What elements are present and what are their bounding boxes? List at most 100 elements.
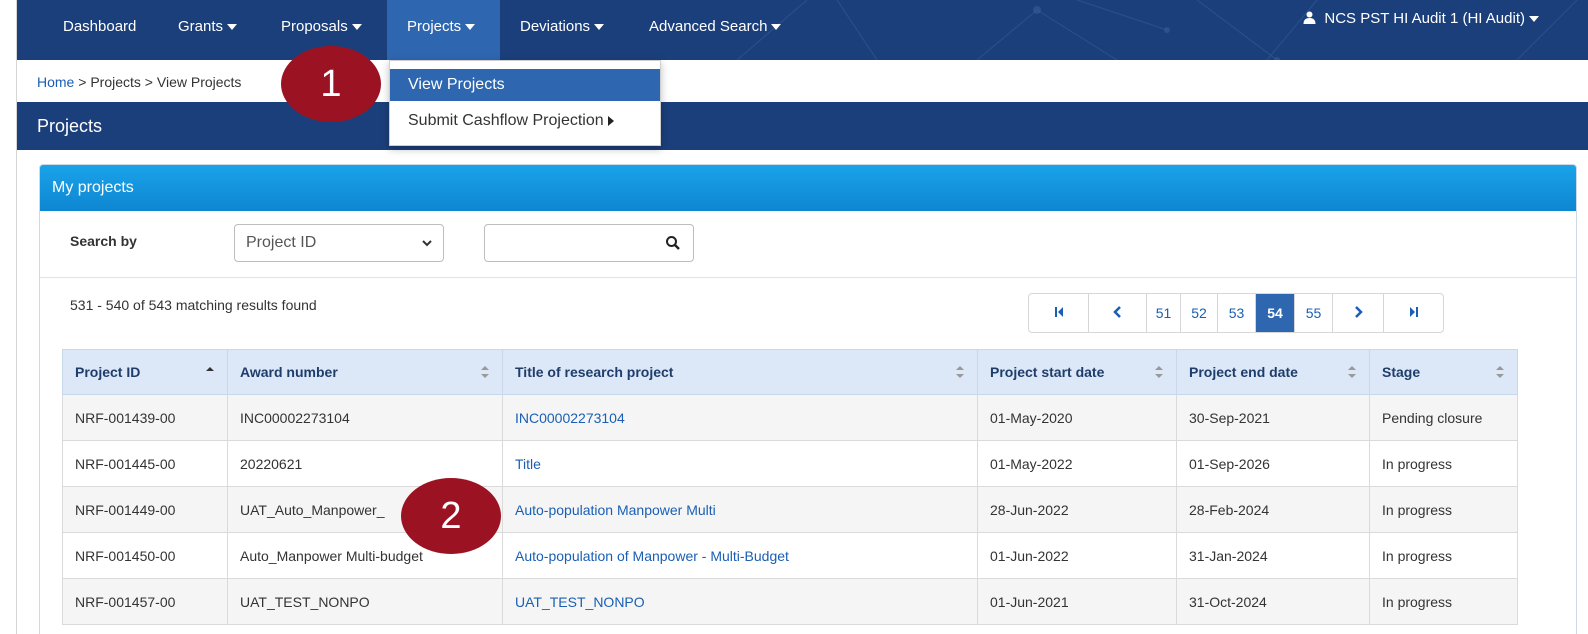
nav-advanced-search[interactable]: Advanced Search [629,0,801,60]
cell-stage: In progress [1369,440,1518,487]
cell-award-number: INC00002273104 [227,394,503,441]
column-header-end-date[interactable]: Project end date [1176,349,1370,395]
cell-start-date: 01-May-2022 [977,440,1177,487]
pagination: 51 52 53 54 55 [1028,293,1444,333]
cell-stage: In progress [1369,578,1518,625]
table-row: NRF-001450-00 Auto_Manpower Multi-budget… [62,532,1518,579]
breadcrumb-separator: > [144,74,153,90]
search-input[interactable] [484,224,694,262]
app-frame: Dashboard Grants Proposals Projects Devi… [16,0,1588,634]
cell-start-date: 01-May-2020 [977,394,1177,441]
column-header-stage[interactable]: Stage [1369,349,1518,395]
step-marker-1: 1 [281,46,381,122]
cell-start-date: 01-Jun-2022 [977,532,1177,579]
step-marker-2: 2 [401,478,501,554]
chevron-down-icon [422,240,432,247]
nav-deviations-label: Deviations [520,18,591,35]
cell-stage: Pending closure [1369,394,1518,441]
cell-start-date: 01-Jun-2021 [977,578,1177,625]
table-row: NRF-001457-00 UAT_TEST_NONPO UAT_TEST_NO… [62,578,1518,625]
nav-proposals-label: Proposals [281,18,348,35]
nav-projects-label: Projects [407,18,462,35]
column-label: Project end date [1189,364,1298,380]
cell-end-date: 31-Jan-2024 [1176,532,1370,579]
column-label: Title of research project [515,364,674,380]
menu-item-submit-cashflow[interactable]: Submit Cashflow Projection [390,105,660,137]
first-page-icon [1054,307,1063,317]
caret-down-icon [227,24,238,31]
user-name: NCS PST HI Audit 1 (HI Audit) [1324,10,1525,27]
panel-title: My projects [40,165,1576,211]
nav-advanced-search-label: Advanced Search [649,18,768,35]
column-label: Award number [240,364,338,380]
breadcrumb: Home > Projects > View Projects [37,74,241,90]
table-row: NRF-001439-00 INC00002273104 INC00002273… [62,394,1518,441]
cell-end-date: 31-Oct-2024 [1176,578,1370,625]
column-header-title[interactable]: Title of research project [502,349,978,395]
next-page-button[interactable] [1333,294,1384,332]
cell-end-date: 30-Sep-2021 [1176,394,1370,441]
last-page-button[interactable] [1384,294,1443,332]
project-title-link[interactable]: UAT_TEST_NONPO [515,594,645,610]
breadcrumb-separator: > [78,74,87,90]
caret-down-icon [1529,16,1539,23]
page-51[interactable]: 51 [1147,294,1181,332]
column-label: Project ID [75,364,141,380]
page-54[interactable]: 54 [1256,294,1295,332]
nav-grants[interactable]: Grants [158,0,257,60]
column-header-start-date[interactable]: Project start date [977,349,1177,395]
first-page-button[interactable] [1029,294,1089,332]
cell-title: UAT_TEST_NONPO [502,578,978,625]
breadcrumb-home[interactable]: Home [37,74,74,90]
cell-end-date: 01-Sep-2026 [1176,440,1370,487]
project-title-link[interactable]: Auto-population Manpower Multi [515,502,716,518]
page-52[interactable]: 52 [1181,294,1218,332]
cell-award-number: UAT_TEST_NONPO [227,578,503,625]
search-by-select[interactable]: Project ID [234,224,444,262]
cell-end-date: 28-Feb-2024 [1176,486,1370,533]
search-icon[interactable] [665,235,681,251]
user-icon [1303,11,1316,24]
cell-project-id: NRF-001457-00 [62,578,228,625]
sort-ascending-icon [206,367,214,371]
page-53[interactable]: 53 [1218,294,1256,332]
cell-title: Auto-population of Manpower - Multi-Budg… [502,532,978,579]
sort-icon [1155,366,1163,378]
cell-title: Title [502,440,978,487]
user-menu[interactable]: NCS PST HI Audit 1 (HI Audit) [1303,10,1539,27]
project-title-link[interactable]: Auto-population of Manpower - Multi-Budg… [515,548,789,564]
chevron-right-icon [1355,306,1363,318]
breadcrumb-current: View Projects [156,74,242,90]
sort-icon [956,366,964,378]
nav-dashboard-label: Dashboard [63,18,137,35]
nav-grants-label: Grants [178,18,224,35]
cell-project-id: NRF-001449-00 [62,486,228,533]
sort-icon [1496,366,1504,378]
column-header-award-number[interactable]: Award number [227,349,503,395]
table-row: NRF-001449-00 UAT_Auto_Manpower_ Auto-po… [62,486,1518,533]
nav-dashboard[interactable]: Dashboard [43,0,156,60]
sort-icon [1348,366,1356,378]
column-header-project-id[interactable]: Project ID [62,349,228,395]
caret-right-icon [607,115,614,126]
projects-dropdown-menu: View Projects Submit Cashflow Projection [389,60,661,146]
project-title-link[interactable]: Title [515,456,541,472]
nav-projects[interactable]: Projects [387,0,500,60]
menu-item-label: Submit Cashflow Projection [408,112,604,129]
nav-deviations[interactable]: Deviations [500,0,624,60]
caret-down-icon [771,24,782,31]
search-by-label: Search by [70,233,137,249]
page-55[interactable]: 55 [1295,294,1333,332]
top-navbar: Dashboard Grants Proposals Projects Devi… [17,0,1588,60]
caret-down-icon [465,24,476,31]
project-title-link[interactable]: INC00002273104 [515,410,625,426]
menu-item-view-projects[interactable]: View Projects [390,69,660,101]
menu-item-label: View Projects [408,76,505,93]
prev-page-button[interactable] [1089,294,1147,332]
results-count: 531 - 540 of 543 matching results found [70,297,317,313]
cell-project-id: NRF-001439-00 [62,394,228,441]
table-row: NRF-001445-00 20220621 Title 01-May-2022… [62,440,1518,487]
chevron-left-icon [1112,306,1121,318]
column-label: Project start date [990,364,1105,380]
section-header: Projects [17,102,1588,150]
